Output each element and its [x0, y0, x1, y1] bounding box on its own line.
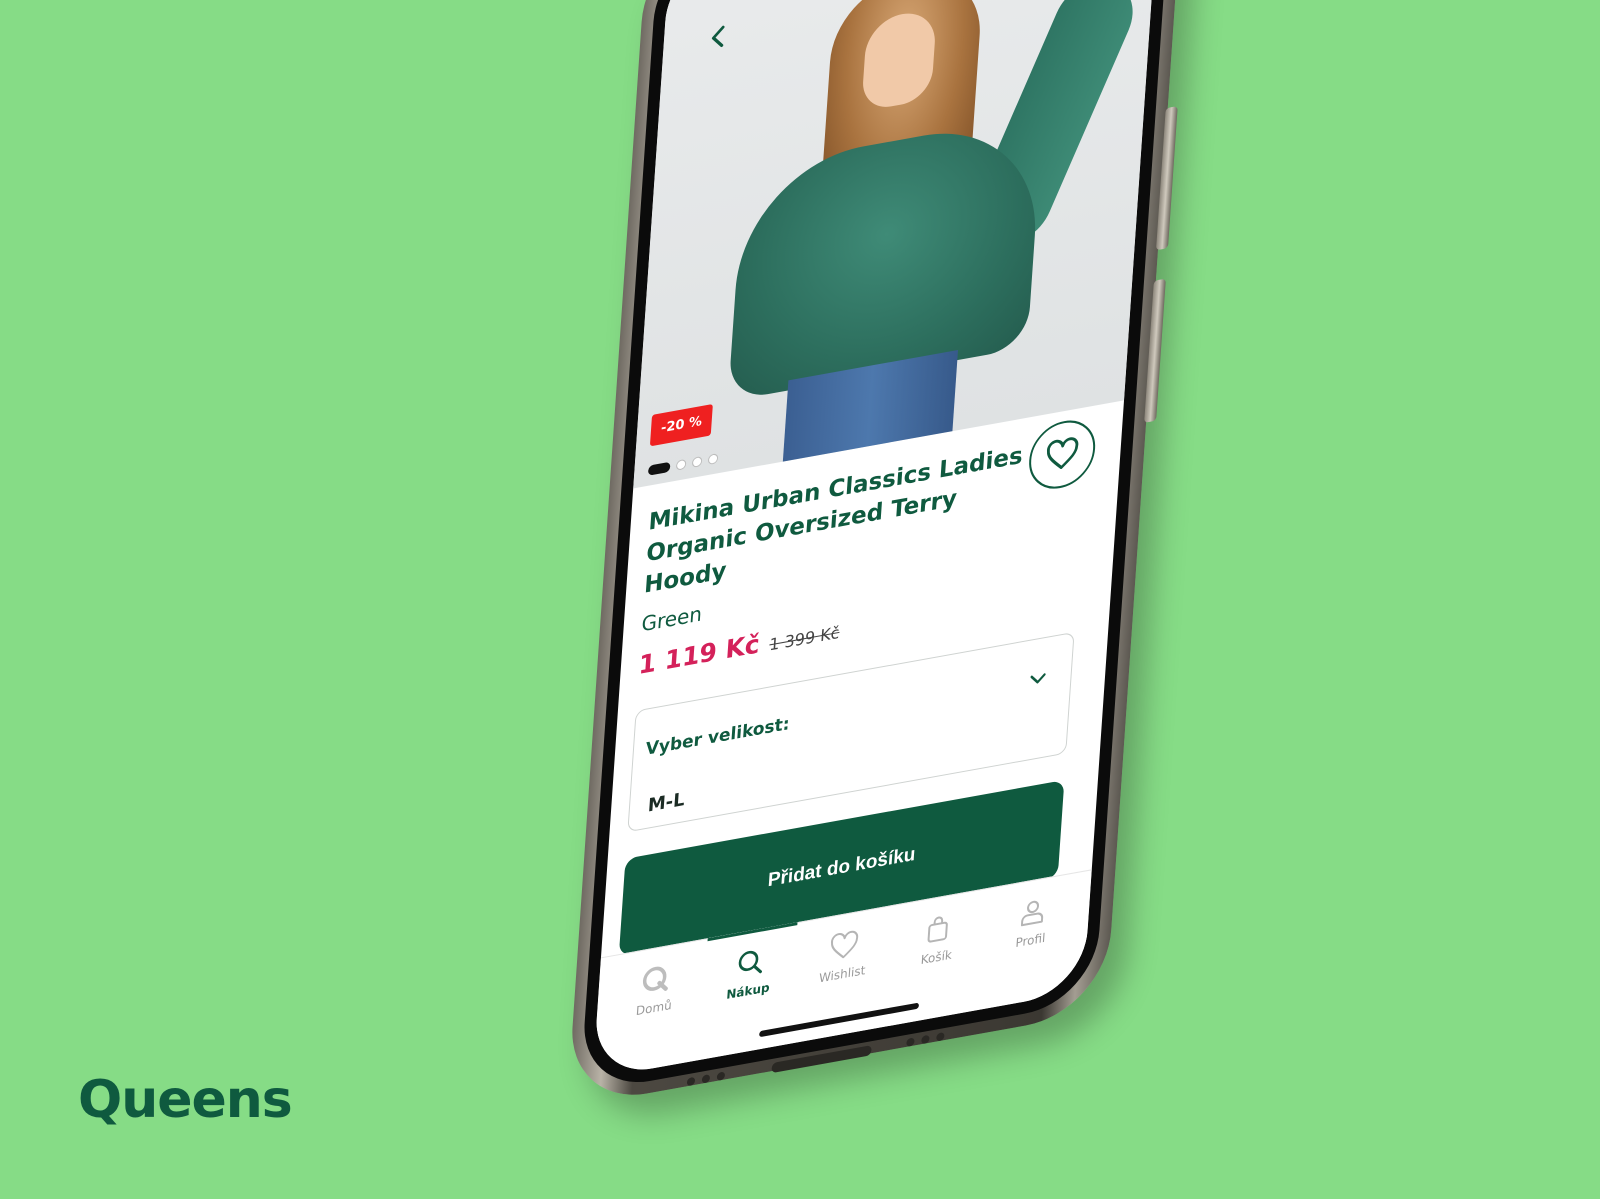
tab-label: Nákup: [725, 980, 771, 1003]
volume-down-button: [1144, 278, 1166, 423]
tab-label: Domů: [635, 997, 673, 1019]
search-icon: [738, 950, 762, 974]
phone-frame: -20 % Mikina Urban Classics Ladies Organ…: [566, 0, 1186, 1108]
tab-home[interactable]: Domů: [605, 956, 702, 1077]
tab-shop[interactable]: Nákup: [699, 939, 796, 1060]
size-selected-value: M-L: [647, 788, 686, 817]
pagination-dot[interactable]: [707, 453, 719, 466]
price-original: 1 399 Kč: [768, 622, 841, 655]
pagination-dot[interactable]: [675, 458, 687, 471]
chevron-down-icon: [1030, 673, 1046, 684]
tab-profile[interactable]: Profil: [981, 889, 1078, 1010]
product-info: Mikina Urban Classics Ladies Organic Ove…: [601, 400, 1124, 959]
speaker-hole: [686, 1076, 696, 1087]
speaker-hole: [716, 1071, 726, 1081]
queens-logo-icon: [643, 966, 668, 991]
size-label: Vyber velikost:: [645, 714, 791, 761]
heart-icon: [830, 930, 859, 959]
model-hoodie: [727, 114, 1044, 402]
discount-badge: -20 %: [649, 403, 713, 447]
wishlist-button[interactable]: [1026, 415, 1098, 494]
tab-label: Wishlist: [818, 962, 866, 986]
pagination-dot[interactable]: [691, 455, 703, 468]
tab-label: Profil: [1015, 930, 1046, 951]
phone-mockup: -20 % Mikina Urban Classics Ladies Organ…: [565, 0, 1249, 1138]
image-pagination: [647, 453, 719, 476]
back-button[interactable]: [702, 19, 734, 55]
speaker-hole: [921, 1034, 930, 1045]
tab-label: Košík: [920, 947, 953, 968]
speaker-hole: [936, 1032, 945, 1042]
speaker-hole: [701, 1074, 711, 1084]
volume-up-button: [1155, 106, 1178, 251]
user-icon: [1020, 900, 1043, 927]
app-screen: -20 % Mikina Urban Classics Ladies Organ…: [592, 0, 1161, 1080]
brand-logo: Queens: [78, 1070, 293, 1130]
price-current: 1 119 Kč: [637, 629, 761, 681]
heart-icon: [1046, 437, 1079, 469]
chevron-left-icon: [711, 25, 725, 48]
speaker-hole: [906, 1037, 915, 1047]
bag-icon: [927, 916, 949, 943]
pagination-dot[interactable]: [647, 461, 671, 476]
